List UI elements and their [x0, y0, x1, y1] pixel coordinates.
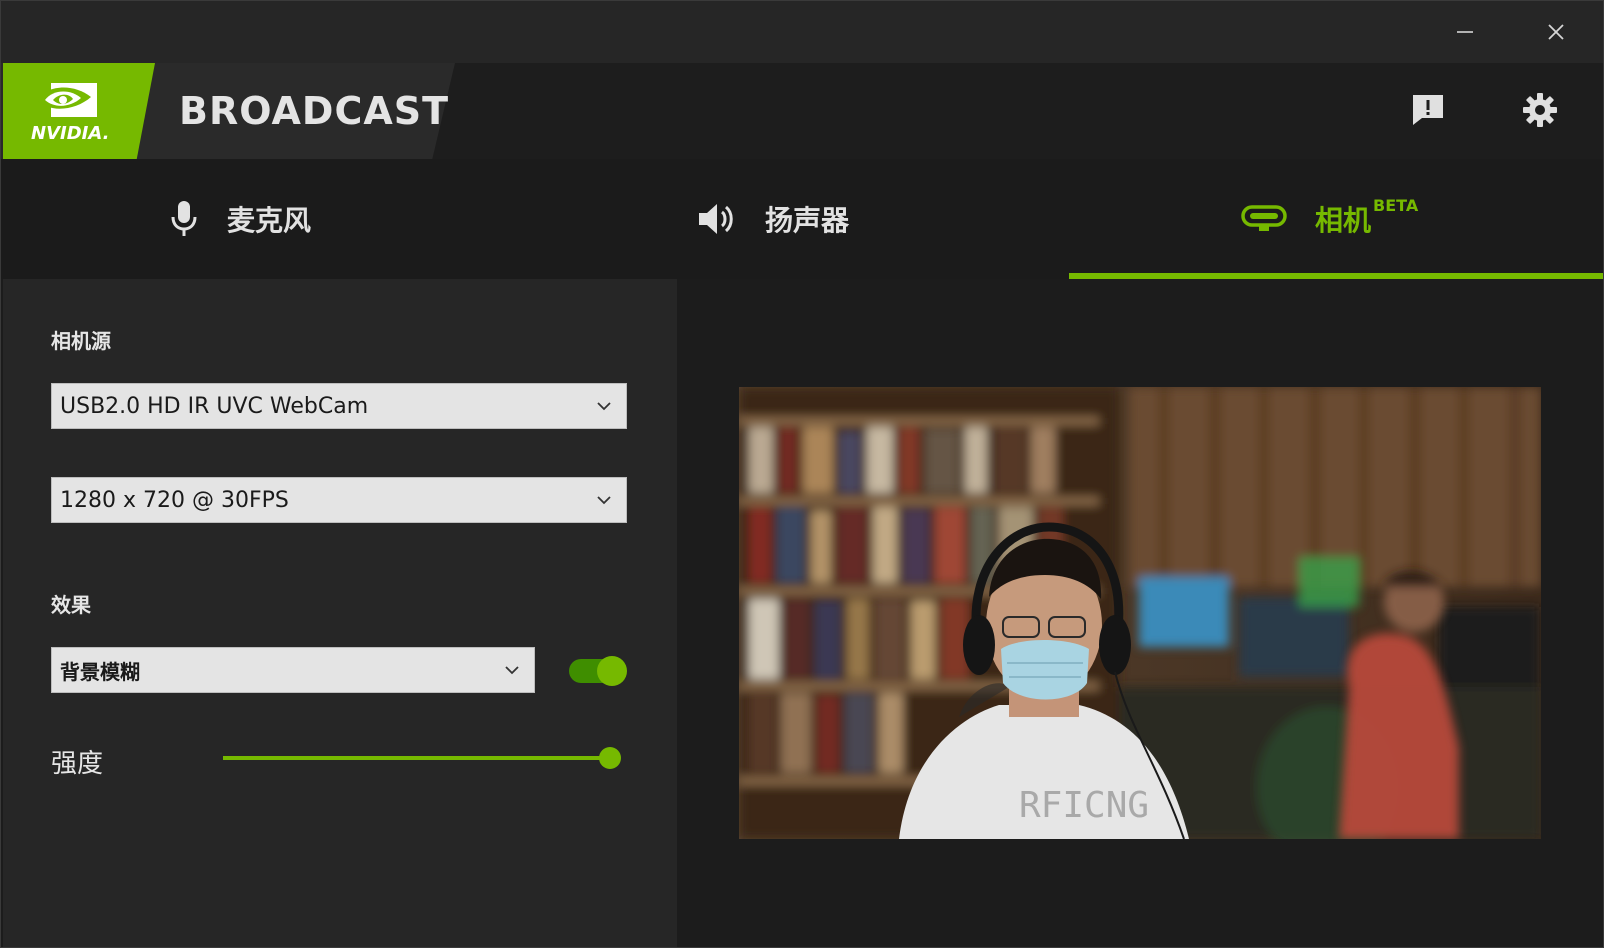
- nvidia-eye-icon: [37, 83, 97, 117]
- chevron-down-icon: [597, 496, 611, 505]
- app-header: NVIDIA. BROADCAST: [1, 63, 1603, 159]
- microphone-icon: [169, 199, 199, 239]
- camera-preview: RFICNG: [739, 387, 1541, 839]
- active-tab-indicator: [1069, 273, 1603, 279]
- app-window: NVIDIA. BROADCAST 麦克风 扬声器 相机 BETA 相机源 US…: [0, 0, 1604, 948]
- settings-button[interactable]: [1519, 89, 1561, 131]
- camera-source-label: 相机源: [51, 329, 111, 353]
- nvidia-logo: NVIDIA.: [3, 63, 155, 159]
- tab-microphone-label: 麦克风: [227, 204, 312, 237]
- beta-badge: BETA: [1373, 195, 1419, 215]
- strength-slider-thumb[interactable]: [599, 747, 621, 769]
- feedback-icon: [1413, 95, 1443, 125]
- tab-camera-label: 相机: [1315, 204, 1372, 237]
- webcam-icon: [1241, 203, 1287, 235]
- minimize-icon: [1457, 31, 1473, 33]
- effect-select[interactable]: 背景模糊: [51, 647, 535, 693]
- effect-value: 背景模糊: [60, 659, 140, 684]
- chevron-down-icon: [597, 402, 611, 411]
- title-bar[interactable]: [1, 1, 1603, 63]
- tab-speaker[interactable]: 扬声器: [697, 159, 849, 279]
- speaker-icon: [697, 199, 737, 239]
- close-button[interactable]: [1533, 15, 1579, 49]
- feedback-button[interactable]: [1407, 89, 1449, 131]
- effect-toggle[interactable]: [569, 656, 627, 686]
- gear-icon: [1523, 93, 1557, 127]
- effects-label: 效果: [51, 593, 91, 617]
- strength-label: 强度: [51, 749, 104, 779]
- tab-microphone[interactable]: 麦克风: [169, 159, 311, 279]
- shirt-print: RFICNG: [1019, 785, 1149, 826]
- camera-source-value: USB2.0 HD IR UVC WebCam: [60, 393, 369, 419]
- resolution-value: 1280 x 720 @ 30FPS: [60, 487, 289, 513]
- resolution-select[interactable]: 1280 x 720 @ 30FPS: [51, 477, 627, 523]
- close-icon: [1548, 24, 1564, 40]
- logo-wordmark: NVIDIA.: [31, 123, 110, 144]
- tab-bar: 麦克风 扬声器 相机 BETA: [1, 159, 1603, 279]
- tab-speaker-label: 扬声器: [765, 204, 850, 237]
- chevron-down-icon: [505, 666, 519, 675]
- camera-source-select[interactable]: USB2.0 HD IR UVC WebCam: [51, 383, 627, 429]
- minimize-button[interactable]: [1442, 15, 1488, 49]
- camera-settings-panel: 相机源 USB2.0 HD IR UVC WebCam 1280 x 720 @…: [3, 279, 677, 947]
- camera-preview-image: RFICNG: [739, 387, 1541, 839]
- strength-slider-track[interactable]: [223, 756, 610, 760]
- tab-camera[interactable]: 相机 BETA: [1241, 159, 1418, 279]
- toggle-knob: [597, 656, 627, 686]
- app-title: BROADCAST: [179, 89, 450, 133]
